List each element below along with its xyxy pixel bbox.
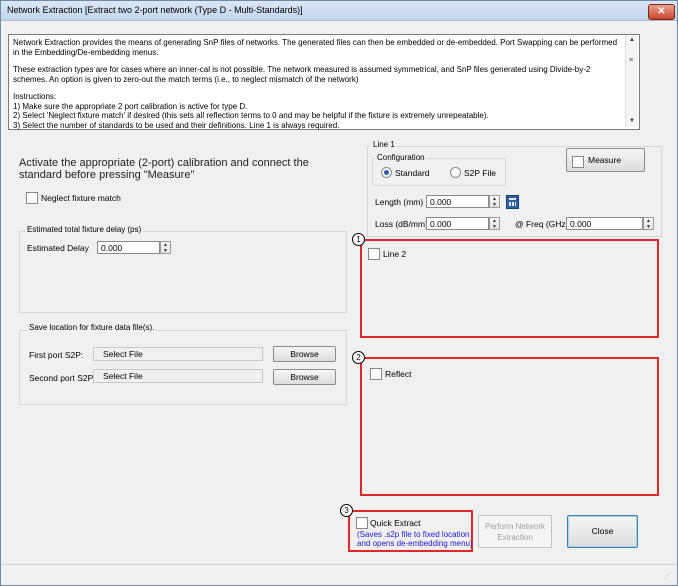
neglect-fixture-match-label: Neglect fixture match bbox=[41, 193, 121, 203]
annotation-marker-3: 3 bbox=[340, 504, 353, 517]
scroll-thumb-grip-icon[interactable]: ≡ bbox=[627, 57, 635, 66]
freq-label: @ Freq (GHz) bbox=[515, 219, 569, 229]
info-scrollbar[interactable]: ▲ ▼ bbox=[625, 35, 638, 127]
perform-button-line-2: Extraction bbox=[497, 533, 533, 542]
loss-label: Loss (dB/mm) bbox=[375, 219, 428, 229]
close-button[interactable]: Close bbox=[567, 515, 638, 548]
delay-group-label: Estimated total fixture delay (ps) bbox=[25, 225, 144, 234]
calculator-icon[interactable] bbox=[506, 195, 519, 209]
info-paragraph-1: Network Extraction provides the means of… bbox=[13, 38, 618, 57]
info-instruction-1: 1) Make sure the appropriate 2 port cali… bbox=[13, 101, 248, 111]
window-title: Network Extraction [Extract two 2-port n… bbox=[7, 5, 303, 15]
quick-extract-checkbox[interactable] bbox=[356, 517, 368, 529]
neglect-fixture-match-checkbox[interactable] bbox=[26, 192, 38, 204]
perform-button-line-1: Perform Network bbox=[484, 522, 545, 531]
loss-spinner[interactable]: ▲ ▼ bbox=[489, 217, 500, 230]
annotation-marker-1: 1 bbox=[352, 233, 365, 246]
info-instruction-2: 2) Select 'Neglect fixture match' if des… bbox=[13, 111, 489, 120]
length-input[interactable]: 0.000 bbox=[426, 195, 489, 208]
calculator-keys bbox=[509, 202, 516, 206]
loss-input[interactable]: 0.000 bbox=[426, 217, 489, 230]
measure-button-label: Measure bbox=[588, 155, 622, 165]
info-instructions-title: Instructions: bbox=[13, 92, 57, 101]
info-paragraph-2: These extraction types are for cases whe… bbox=[13, 65, 591, 84]
reflect-label: Reflect bbox=[385, 369, 412, 379]
status-bar bbox=[1, 564, 677, 585]
second-port-browse-button[interactable]: Browse bbox=[273, 369, 336, 385]
annotation-marker-2: 2 bbox=[352, 351, 365, 364]
s2p-file-radio-label: S2P File bbox=[464, 168, 496, 178]
save-location-group bbox=[19, 330, 347, 405]
second-port-label: Second port S2P: bbox=[29, 373, 96, 383]
length-label: Length (mm) bbox=[375, 197, 424, 207]
calculator-display bbox=[509, 198, 516, 200]
spin-down-icon[interactable]: ▼ bbox=[163, 248, 168, 254]
resize-grip-icon[interactable]: ⋰ bbox=[664, 572, 671, 580]
line2-checkbox[interactable] bbox=[368, 248, 380, 260]
quick-extract-note-2: and opens de-embedding menu) bbox=[357, 539, 473, 548]
spin-down-icon[interactable]: ▼ bbox=[492, 224, 497, 230]
freq-spinner[interactable]: ▲ ▼ bbox=[643, 217, 654, 230]
estimated-delay-spinner[interactable]: ▲ ▼ bbox=[160, 241, 171, 254]
info-text: Network Extraction provides the means of… bbox=[13, 38, 623, 130]
line1-group-label: Line 1 bbox=[371, 140, 397, 149]
configuration-label: Configuration bbox=[375, 153, 427, 162]
estimated-delay-label: Estimated Delay bbox=[27, 243, 89, 253]
freq-input[interactable]: 0.000 bbox=[566, 217, 643, 230]
line2-label: Line 2 bbox=[383, 249, 407, 259]
second-port-file-field: Select File bbox=[93, 369, 263, 383]
spin-down-icon[interactable]: ▼ bbox=[492, 202, 497, 208]
radio-selected-dot bbox=[384, 170, 389, 175]
window-close-button[interactable]: ✕ bbox=[648, 4, 675, 20]
s2p-file-radio[interactable] bbox=[450, 167, 461, 178]
spin-down-icon[interactable]: ▼ bbox=[646, 224, 651, 230]
instruction-heading: Activate the appropriate (2-port) calibr… bbox=[19, 157, 309, 181]
standard-radio[interactable] bbox=[381, 167, 392, 178]
first-port-file-field: Select File bbox=[93, 347, 263, 361]
info-textarea[interactable]: Network Extraction provides the means of… bbox=[8, 34, 640, 130]
reflect-checkbox[interactable] bbox=[370, 368, 382, 380]
perform-network-extraction-button[interactable]: Perform Network Extraction bbox=[478, 515, 552, 548]
first-port-browse-button[interactable]: Browse bbox=[273, 346, 336, 362]
estimated-delay-input[interactable]: 0.000 bbox=[97, 241, 160, 254]
quick-extract-label: Quick Extract bbox=[370, 518, 421, 528]
close-icon: ✕ bbox=[657, 6, 666, 17]
save-location-label: Save location for fixture data file(s). bbox=[27, 323, 157, 332]
quick-extract-note-1: (Saves .s2p file to fixed location bbox=[357, 530, 470, 539]
info-instruction-3: 3) Select the number of standards to be … bbox=[13, 120, 340, 130]
first-port-label: First port S2P: bbox=[29, 350, 84, 360]
length-spinner[interactable]: ▲ ▼ bbox=[489, 195, 500, 208]
scroll-down-icon[interactable]: ▼ bbox=[629, 118, 635, 124]
title-bar[interactable]: Network Extraction [Extract two 2-port n… bbox=[1, 1, 677, 21]
scroll-up-icon[interactable]: ▲ bbox=[629, 37, 635, 43]
measure-checkbox[interactable] bbox=[572, 156, 584, 168]
standard-radio-label: Standard bbox=[395, 168, 430, 178]
